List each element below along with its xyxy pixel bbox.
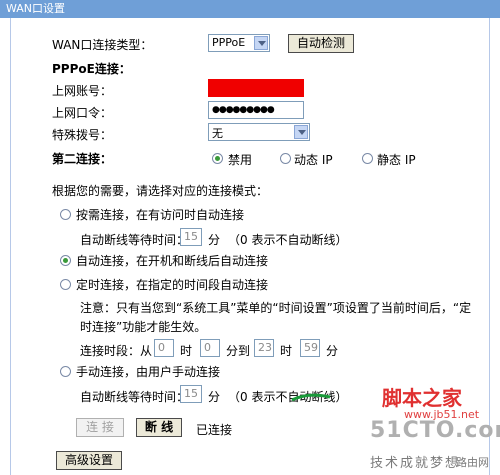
second-conn-label: 第二连接： <box>52 152 113 166</box>
to-hour-input[interactable]: 23 <box>254 339 274 357</box>
from-min-input[interactable]: 0 <box>200 339 220 357</box>
auto-connect-radio[interactable] <box>60 255 71 266</box>
idle-unit-1: 分 <box>208 233 221 247</box>
timed-connect-radio[interactable] <box>60 279 71 290</box>
period-label: 连接时段：从 <box>80 344 153 358</box>
second-conn-option-static: 静态 IP <box>377 153 416 167</box>
to-label: 分到 <box>226 344 251 358</box>
mode-intro: 根据您的需要，请选择对应的连接模式： <box>52 184 269 198</box>
connect-button[interactable]: 连 接 <box>76 418 124 437</box>
min-unit: 分 <box>326 344 339 358</box>
manual-connect-label: 手动连接，由用户手动连接 <box>76 365 221 379</box>
idle-unit-2: 分 <box>208 390 221 404</box>
conn-type-value: PPPoE <box>212 36 246 49</box>
account-label: 上网账号： <box>52 84 113 98</box>
disconnect-button[interactable]: 断 线 <box>136 418 182 437</box>
special-dial-select[interactable]: 无 <box>208 123 310 141</box>
green-arrow-icon <box>291 393 331 402</box>
special-dial-value: 无 <box>212 127 223 140</box>
timed-note-line2: 时连接”功能才能生效。 <box>80 320 207 334</box>
on-demand-radio[interactable] <box>60 209 71 220</box>
watermark-blog: 技术成就梦想 <box>370 456 461 471</box>
timed-note-line1: 注意：只有当您到“系统工具”菜单的“时间设置”项设置了当前时间后，“定 <box>80 301 472 315</box>
second-conn-static-radio[interactable] <box>362 153 373 164</box>
watermark-51cto: 51CTO.com <box>370 418 500 443</box>
from-hour-input[interactable]: 0 <box>154 339 174 357</box>
account-input[interactable] <box>208 79 304 97</box>
second-conn-dynamic-radio[interactable] <box>280 153 291 164</box>
chevron-down-icon <box>294 125 308 139</box>
password-label: 上网口令： <box>52 106 113 120</box>
to-min-input[interactable]: 59 <box>300 339 320 357</box>
wan-settings-window: WAN口设置 WAN口连接类型： PPPoE 自动检测 PPPoE连接： 上网账… <box>0 0 500 475</box>
auto-connect-label: 自动连接，在开机和断线后自动连接 <box>76 254 269 268</box>
pppoe-section-label: PPPoE连接： <box>52 62 131 76</box>
advanced-settings-button[interactable]: 高级设置 <box>56 451 122 470</box>
chevron-down-icon <box>254 36 268 50</box>
timed-connect-label: 定时连接，在指定的时间段自动连接 <box>76 278 269 292</box>
conn-type-select[interactable]: PPPoE <box>208 34 270 52</box>
hour-unit-1: 时 <box>180 344 193 358</box>
idle-time-input-1[interactable]: 15 <box>180 228 202 246</box>
password-input[interactable]: ●●●●●●●●● <box>208 101 304 119</box>
hour-unit-2: 时 <box>280 344 293 358</box>
watermark-tail: 路由网 <box>456 456 489 469</box>
manual-connect-radio[interactable] <box>60 366 71 377</box>
second-conn-option-disabled: 禁用 <box>228 153 253 167</box>
special-dial-label: 特殊拨号： <box>52 128 113 142</box>
second-conn-option-dynamic: 动态 IP <box>294 153 333 167</box>
idle-time-label-2: 自动断线等待时间： <box>80 390 189 404</box>
idle-time-label-1: 自动断线等待时间： <box>80 233 189 247</box>
second-conn-disabled-radio[interactable] <box>212 153 223 164</box>
auto-detect-button[interactable]: 自动检测 <box>288 34 354 53</box>
connection-status: 已连接 <box>196 423 233 437</box>
idle-time-input-2[interactable]: 15 <box>180 385 202 403</box>
window-title: WAN口设置 <box>0 0 500 18</box>
idle-note-1: （0 表示不自动断线） <box>228 233 348 247</box>
watermark-jiaoben: 脚本之家 <box>382 386 462 410</box>
conn-type-label: WAN口连接类型： <box>52 38 153 52</box>
on-demand-label: 按需连接，在有访问时自动连接 <box>76 208 245 222</box>
